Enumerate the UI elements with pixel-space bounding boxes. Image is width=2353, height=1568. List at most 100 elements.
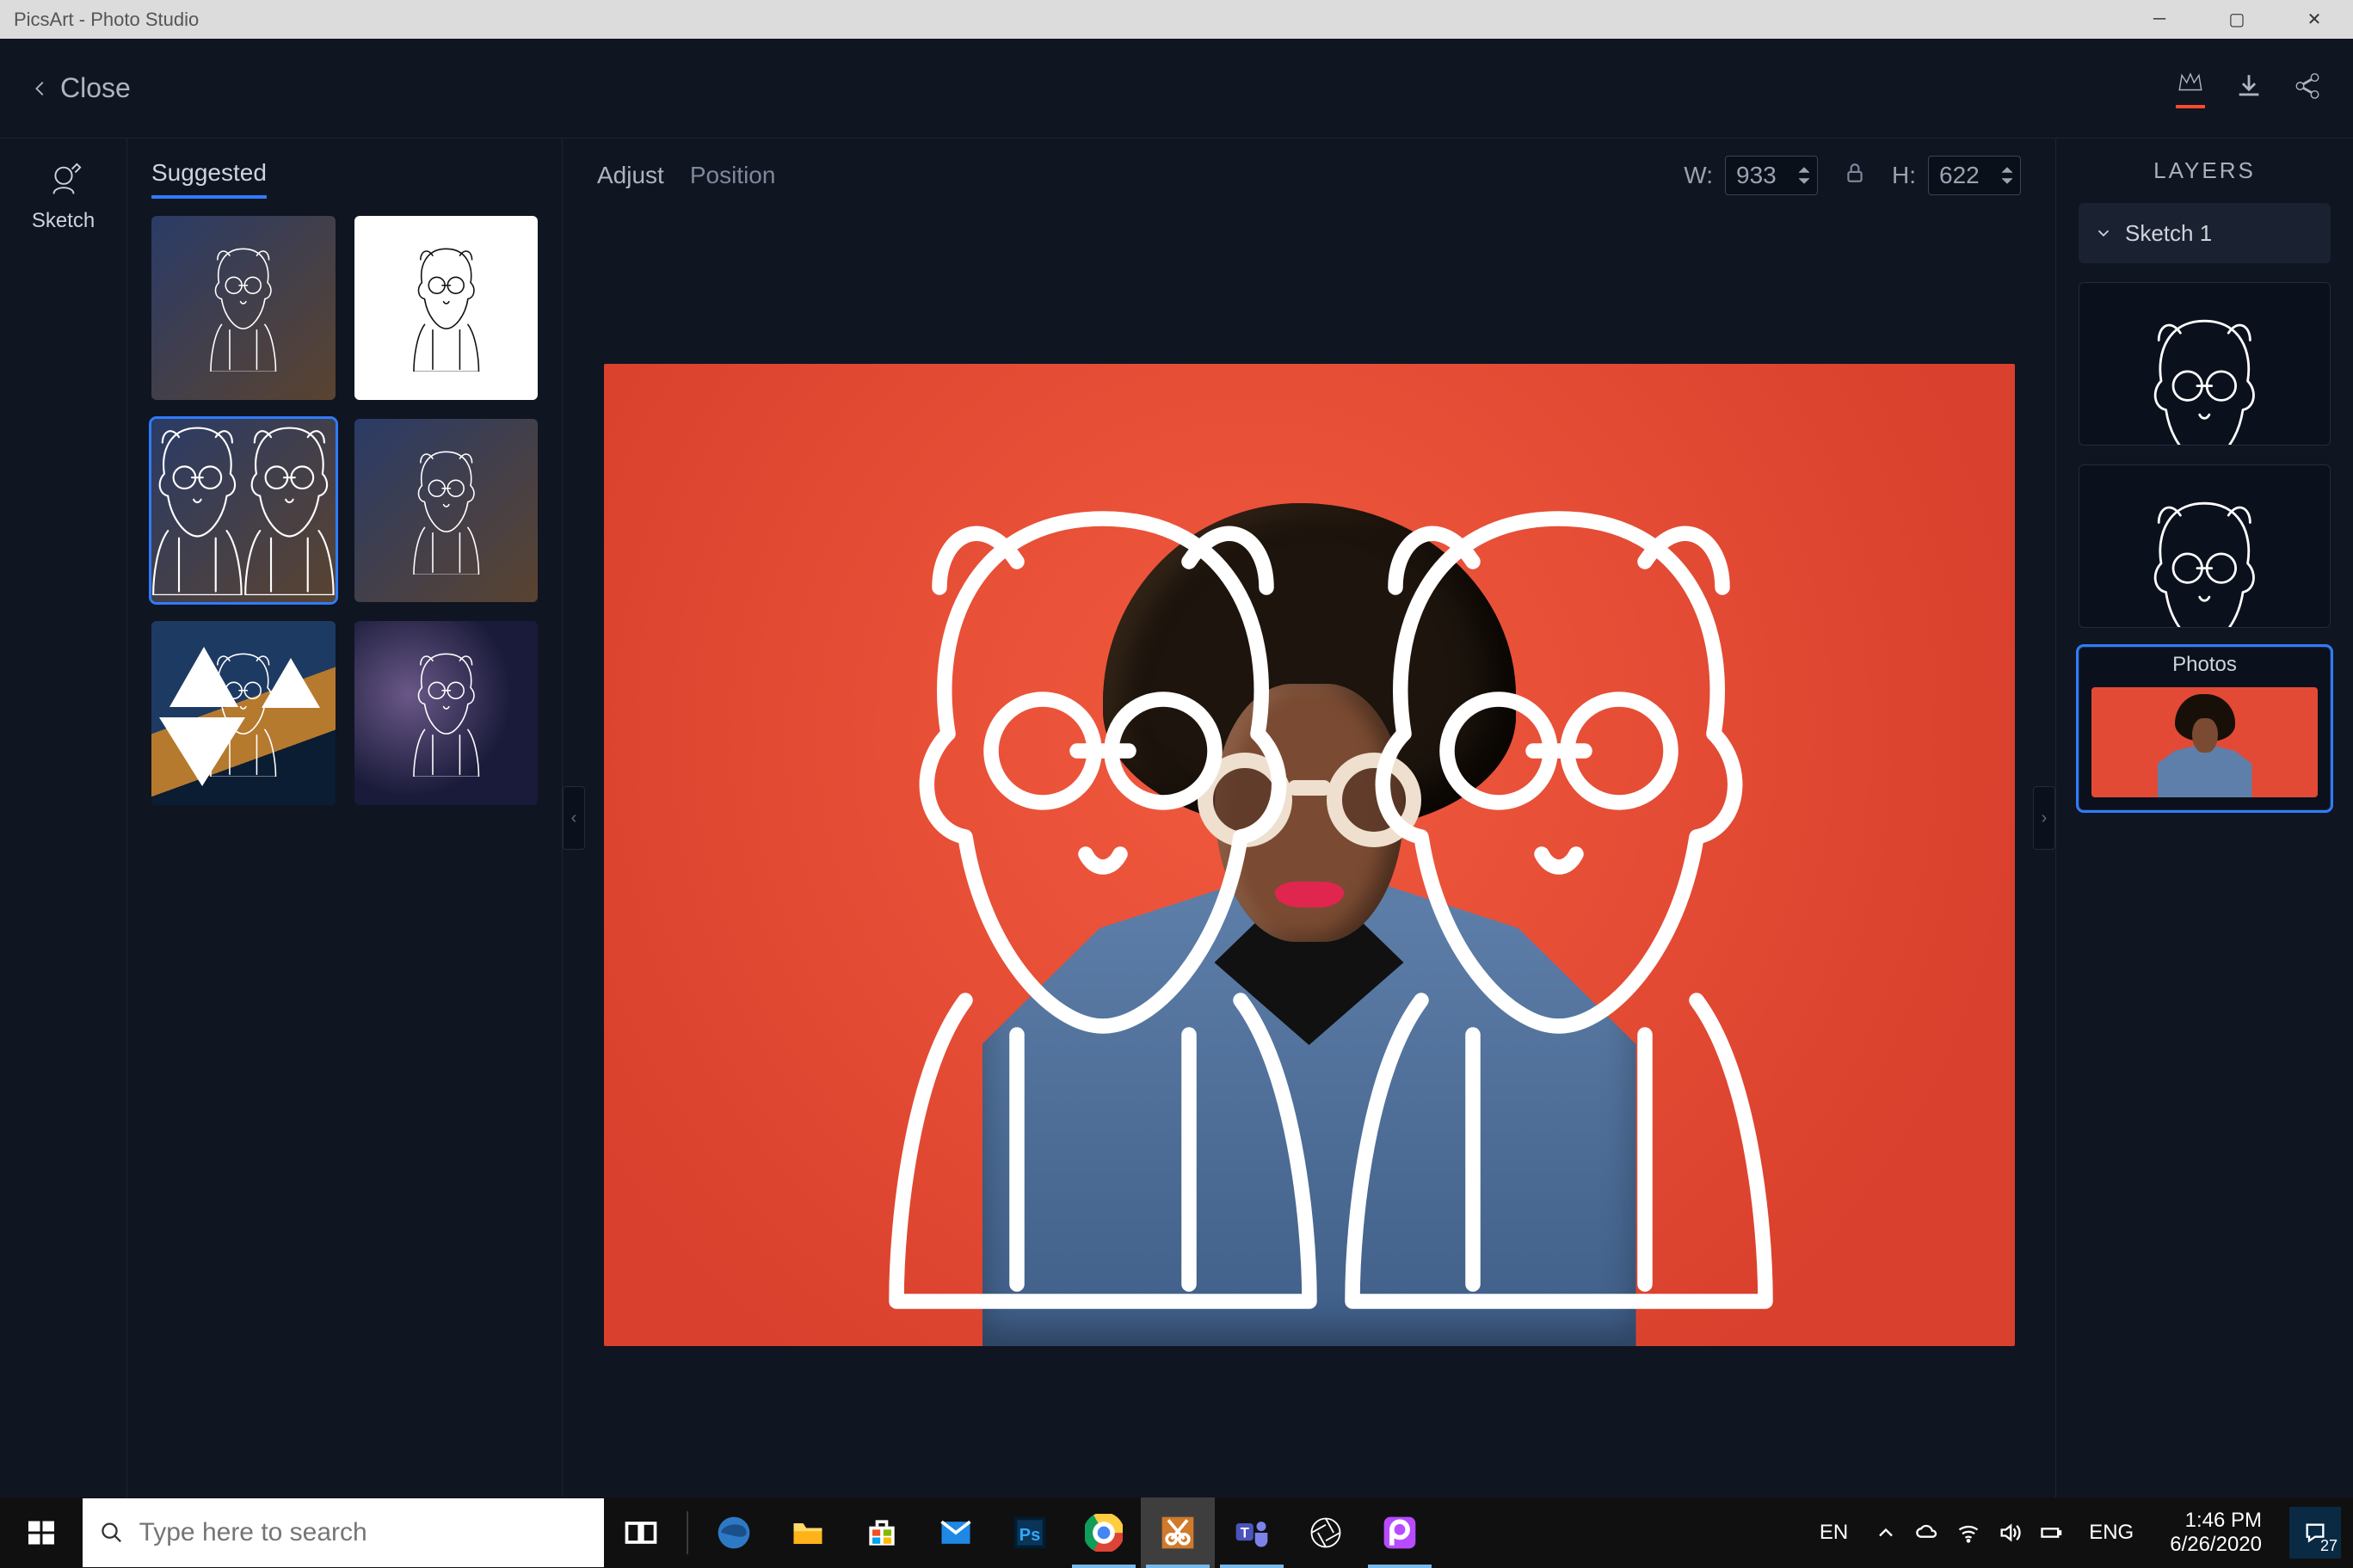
taskbar-app-snip[interactable] bbox=[1141, 1497, 1215, 1568]
wifi-icon[interactable] bbox=[1956, 1521, 1980, 1545]
chevron-down-icon bbox=[2001, 176, 2013, 185]
preset-thumb-4[interactable] bbox=[354, 419, 539, 603]
aperture-icon bbox=[1307, 1514, 1345, 1552]
chevron-down-icon bbox=[2094, 224, 2113, 243]
height-value: 622 bbox=[1939, 162, 1980, 189]
photo-subject bbox=[982, 503, 1636, 1346]
layer-sketch1[interactable]: Sketch 1 bbox=[2079, 203, 2331, 263]
suggested-title: Suggested bbox=[151, 159, 267, 199]
taskbar-app-mail[interactable] bbox=[919, 1497, 993, 1568]
onedrive-icon[interactable] bbox=[1915, 1521, 1939, 1545]
app-header: Close bbox=[0, 39, 2353, 138]
layer-linework-2[interactable] bbox=[2079, 464, 2331, 628]
canvas-stage bbox=[563, 212, 2055, 1497]
sketch-tool[interactable]: Sketch bbox=[32, 161, 95, 233]
crown-icon bbox=[2176, 68, 2205, 97]
controls-bar: Adjust Position W: 933 bbox=[563, 138, 2055, 212]
sketch-tool-label: Sketch bbox=[32, 209, 95, 233]
panel-collapse-right[interactable]: › bbox=[2033, 786, 2055, 850]
svg-text:Ps: Ps bbox=[1019, 1526, 1041, 1545]
download-button[interactable] bbox=[2234, 71, 2264, 105]
clock-time: 1:46 PM bbox=[2185, 1509, 2262, 1533]
window-title: PicsArt - Photo Studio bbox=[14, 9, 199, 31]
chevron-up-icon[interactable] bbox=[1874, 1521, 1898, 1545]
suggested-panel: Suggested bbox=[127, 138, 563, 1497]
chevron-up-icon bbox=[2001, 166, 2013, 175]
close-window-button[interactable]: ✕ bbox=[2276, 0, 2353, 39]
tab-position[interactable]: Position bbox=[690, 162, 776, 189]
task-view-button[interactable] bbox=[604, 1497, 678, 1568]
width-input[interactable]: 933 bbox=[1725, 156, 1818, 195]
store-icon bbox=[863, 1514, 901, 1552]
minimize-button[interactable]: ─ bbox=[2121, 0, 2198, 39]
preset-thumb-2[interactable] bbox=[354, 216, 539, 400]
chrome-icon bbox=[1085, 1514, 1123, 1552]
app-shell: Close Sketch Suggested bbox=[0, 39, 2353, 1497]
maximize-button[interactable]: ▢ bbox=[2198, 0, 2276, 39]
layer-photos[interactable]: Photos bbox=[2079, 647, 2331, 810]
picsart-icon bbox=[1381, 1514, 1419, 1552]
download-icon bbox=[2234, 71, 2264, 101]
chevron-down-icon bbox=[1798, 176, 1810, 185]
taskbar-app-picsart[interactable] bbox=[1363, 1497, 1437, 1568]
notification-badge: 27 bbox=[2320, 1537, 2338, 1555]
input-lang-2[interactable]: ENG bbox=[2080, 1521, 2142, 1545]
battery-icon[interactable] bbox=[2039, 1521, 2063, 1545]
teams-icon: T bbox=[1233, 1514, 1271, 1552]
windows-icon bbox=[26, 1517, 57, 1548]
search-icon bbox=[100, 1520, 124, 1546]
photoshop-icon: Ps bbox=[1011, 1514, 1049, 1552]
taskbar-search[interactable] bbox=[83, 1498, 604, 1567]
canvas[interactable] bbox=[604, 364, 2015, 1346]
sketch-icon bbox=[44, 161, 83, 200]
layer-sketch1-label: Sketch 1 bbox=[2125, 220, 2212, 247]
preset-thumb-3[interactable] bbox=[151, 419, 336, 603]
tab-adjust[interactable]: Adjust bbox=[597, 162, 664, 189]
close-button[interactable]: Close bbox=[31, 72, 131, 104]
mail-icon bbox=[937, 1514, 975, 1552]
aspect-lock-button[interactable] bbox=[1844, 162, 1866, 190]
input-lang-1[interactable]: EN bbox=[1811, 1521, 1857, 1545]
taskbar-app-photoshop[interactable]: Ps bbox=[993, 1497, 1067, 1568]
chevron-up-icon bbox=[1798, 166, 1810, 175]
window-titlebar: PicsArt - Photo Studio ─ ▢ ✕ bbox=[0, 0, 2353, 39]
editor-area: Adjust Position W: 933 bbox=[563, 138, 2055, 1497]
premium-button[interactable] bbox=[2176, 68, 2205, 108]
share-button[interactable] bbox=[2293, 71, 2322, 105]
height-stepper[interactable] bbox=[2001, 166, 2013, 185]
folder-icon bbox=[789, 1514, 827, 1552]
preset-thumb-5[interactable] bbox=[151, 621, 336, 805]
layers-panel: LAYERS Sketch 1 Photos bbox=[2055, 138, 2353, 1497]
taskbar-search-input[interactable] bbox=[139, 1518, 587, 1547]
taskbar-clock[interactable]: 1:46 PM 6/26/2020 bbox=[2159, 1509, 2272, 1556]
height-label: H: bbox=[1892, 162, 1916, 189]
system-tray: EN ENG 1:46 PM 6/26/2020 27 bbox=[1811, 1507, 2353, 1559]
action-center-button[interactable]: 27 bbox=[2289, 1507, 2341, 1559]
volume-icon[interactable] bbox=[1998, 1521, 2022, 1545]
width-stepper[interactable] bbox=[1798, 166, 1810, 185]
chevron-left-icon bbox=[31, 79, 50, 98]
start-button[interactable] bbox=[0, 1497, 83, 1568]
taskbar-app-photos[interactable] bbox=[1289, 1497, 1363, 1568]
width-value: 933 bbox=[1736, 162, 1777, 189]
preset-thumb-6[interactable] bbox=[354, 621, 539, 805]
taskbar-app-explorer[interactable] bbox=[771, 1497, 845, 1568]
edge-icon bbox=[715, 1514, 753, 1552]
tool-rail: Sketch bbox=[0, 138, 127, 1497]
taskbar-app-chrome[interactable] bbox=[1067, 1497, 1141, 1568]
lock-icon bbox=[1844, 162, 1866, 184]
preset-thumb-1[interactable] bbox=[151, 216, 336, 400]
main-area: Sketch Suggested bbox=[0, 138, 2353, 1497]
panel-collapse-left[interactable]: ‹ bbox=[563, 786, 585, 850]
taskbar-app-edge[interactable] bbox=[697, 1497, 771, 1568]
width-label: W: bbox=[1684, 162, 1713, 189]
layers-title: LAYERS bbox=[2079, 157, 2331, 184]
height-input[interactable]: 622 bbox=[1928, 156, 2021, 195]
clock-date: 6/26/2020 bbox=[2170, 1533, 2262, 1557]
taskbar-app-store[interactable] bbox=[845, 1497, 919, 1568]
layer-linework-1[interactable] bbox=[2079, 282, 2331, 446]
share-icon bbox=[2293, 71, 2322, 101]
windows-taskbar: Ps T EN ENG 1:46 PM 6/26/2020 27 bbox=[0, 1497, 2353, 1568]
taskbar-app-teams[interactable]: T bbox=[1215, 1497, 1289, 1568]
close-label: Close bbox=[60, 72, 131, 104]
